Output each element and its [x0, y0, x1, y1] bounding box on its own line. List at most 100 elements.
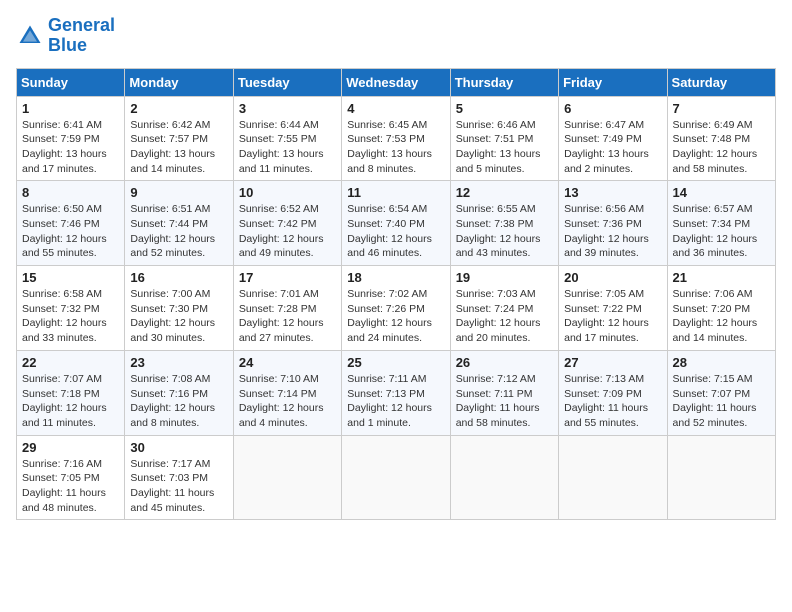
day-number: 21	[673, 270, 770, 285]
day-number: 15	[22, 270, 119, 285]
day-number: 13	[564, 185, 661, 200]
calendar-week-row: 8 Sunrise: 6:50 AM Sunset: 7:46 PM Dayli…	[17, 181, 776, 266]
day-info: Sunrise: 6:49 AM Sunset: 7:48 PM Dayligh…	[673, 118, 770, 177]
day-info: Sunrise: 7:00 AM Sunset: 7:30 PM Dayligh…	[130, 287, 227, 346]
calendar-cell: 22 Sunrise: 7:07 AM Sunset: 7:18 PM Dayl…	[17, 350, 125, 435]
day-info: Sunrise: 6:51 AM Sunset: 7:44 PM Dayligh…	[130, 202, 227, 261]
calendar-cell: 24 Sunrise: 7:10 AM Sunset: 7:14 PM Dayl…	[233, 350, 341, 435]
day-number: 16	[130, 270, 227, 285]
day-info: Sunrise: 7:02 AM Sunset: 7:26 PM Dayligh…	[347, 287, 444, 346]
calendar-cell: 3 Sunrise: 6:44 AM Sunset: 7:55 PM Dayli…	[233, 96, 341, 181]
day-number: 10	[239, 185, 336, 200]
day-number: 25	[347, 355, 444, 370]
calendar-cell	[450, 435, 558, 520]
day-info: Sunrise: 6:56 AM Sunset: 7:36 PM Dayligh…	[564, 202, 661, 261]
day-number: 9	[130, 185, 227, 200]
day-number: 12	[456, 185, 553, 200]
calendar-header-row: SundayMondayTuesdayWednesdayThursdayFrid…	[17, 68, 776, 96]
calendar-cell: 19 Sunrise: 7:03 AM Sunset: 7:24 PM Dayl…	[450, 266, 558, 351]
calendar-cell: 8 Sunrise: 6:50 AM Sunset: 7:46 PM Dayli…	[17, 181, 125, 266]
day-info: Sunrise: 7:15 AM Sunset: 7:07 PM Dayligh…	[673, 372, 770, 431]
day-info: Sunrise: 6:44 AM Sunset: 7:55 PM Dayligh…	[239, 118, 336, 177]
day-number: 20	[564, 270, 661, 285]
day-number: 18	[347, 270, 444, 285]
calendar-cell	[667, 435, 775, 520]
day-number: 28	[673, 355, 770, 370]
weekday-header-thursday: Thursday	[450, 68, 558, 96]
weekday-header-sunday: Sunday	[17, 68, 125, 96]
day-number: 5	[456, 101, 553, 116]
day-number: 11	[347, 185, 444, 200]
calendar-cell: 18 Sunrise: 7:02 AM Sunset: 7:26 PM Dayl…	[342, 266, 450, 351]
calendar-cell	[559, 435, 667, 520]
calendar-cell: 29 Sunrise: 7:16 AM Sunset: 7:05 PM Dayl…	[17, 435, 125, 520]
day-info: Sunrise: 7:06 AM Sunset: 7:20 PM Dayligh…	[673, 287, 770, 346]
day-info: Sunrise: 6:46 AM Sunset: 7:51 PM Dayligh…	[456, 118, 553, 177]
day-number: 30	[130, 440, 227, 455]
calendar-cell: 28 Sunrise: 7:15 AM Sunset: 7:07 PM Dayl…	[667, 350, 775, 435]
calendar-week-row: 22 Sunrise: 7:07 AM Sunset: 7:18 PM Dayl…	[17, 350, 776, 435]
logo-text-line2: Blue	[48, 36, 115, 56]
calendar-cell: 20 Sunrise: 7:05 AM Sunset: 7:22 PM Dayl…	[559, 266, 667, 351]
logo-text-line1: General	[48, 16, 115, 36]
day-number: 14	[673, 185, 770, 200]
calendar-cell: 17 Sunrise: 7:01 AM Sunset: 7:28 PM Dayl…	[233, 266, 341, 351]
calendar-cell: 1 Sunrise: 6:41 AM Sunset: 7:59 PM Dayli…	[17, 96, 125, 181]
calendar-cell: 9 Sunrise: 6:51 AM Sunset: 7:44 PM Dayli…	[125, 181, 233, 266]
day-number: 22	[22, 355, 119, 370]
day-info: Sunrise: 7:17 AM Sunset: 7:03 PM Dayligh…	[130, 457, 227, 516]
day-number: 8	[22, 185, 119, 200]
day-number: 4	[347, 101, 444, 116]
day-number: 26	[456, 355, 553, 370]
day-info: Sunrise: 6:50 AM Sunset: 7:46 PM Dayligh…	[22, 202, 119, 261]
calendar-week-row: 1 Sunrise: 6:41 AM Sunset: 7:59 PM Dayli…	[17, 96, 776, 181]
calendar-week-row: 15 Sunrise: 6:58 AM Sunset: 7:32 PM Dayl…	[17, 266, 776, 351]
calendar-cell: 2 Sunrise: 6:42 AM Sunset: 7:57 PM Dayli…	[125, 96, 233, 181]
day-info: Sunrise: 6:42 AM Sunset: 7:57 PM Dayligh…	[130, 118, 227, 177]
calendar-cell	[342, 435, 450, 520]
calendar-cell: 13 Sunrise: 6:56 AM Sunset: 7:36 PM Dayl…	[559, 181, 667, 266]
calendar-cell: 16 Sunrise: 7:00 AM Sunset: 7:30 PM Dayl…	[125, 266, 233, 351]
day-info: Sunrise: 6:45 AM Sunset: 7:53 PM Dayligh…	[347, 118, 444, 177]
day-info: Sunrise: 7:08 AM Sunset: 7:16 PM Dayligh…	[130, 372, 227, 431]
day-number: 19	[456, 270, 553, 285]
day-info: Sunrise: 6:54 AM Sunset: 7:40 PM Dayligh…	[347, 202, 444, 261]
day-info: Sunrise: 7:03 AM Sunset: 7:24 PM Dayligh…	[456, 287, 553, 346]
calendar-cell: 10 Sunrise: 6:52 AM Sunset: 7:42 PM Dayl…	[233, 181, 341, 266]
day-number: 23	[130, 355, 227, 370]
calendar-table: SundayMondayTuesdayWednesdayThursdayFrid…	[16, 68, 776, 521]
weekday-header-friday: Friday	[559, 68, 667, 96]
calendar-cell: 6 Sunrise: 6:47 AM Sunset: 7:49 PM Dayli…	[559, 96, 667, 181]
weekday-header-wednesday: Wednesday	[342, 68, 450, 96]
day-info: Sunrise: 6:57 AM Sunset: 7:34 PM Dayligh…	[673, 202, 770, 261]
day-info: Sunrise: 6:52 AM Sunset: 7:42 PM Dayligh…	[239, 202, 336, 261]
calendar-cell: 21 Sunrise: 7:06 AM Sunset: 7:20 PM Dayl…	[667, 266, 775, 351]
logo: General Blue	[16, 16, 115, 56]
day-info: Sunrise: 7:16 AM Sunset: 7:05 PM Dayligh…	[22, 457, 119, 516]
calendar-cell: 7 Sunrise: 6:49 AM Sunset: 7:48 PM Dayli…	[667, 96, 775, 181]
weekday-header-saturday: Saturday	[667, 68, 775, 96]
day-info: Sunrise: 7:01 AM Sunset: 7:28 PM Dayligh…	[239, 287, 336, 346]
day-info: Sunrise: 7:07 AM Sunset: 7:18 PM Dayligh…	[22, 372, 119, 431]
calendar-cell: 15 Sunrise: 6:58 AM Sunset: 7:32 PM Dayl…	[17, 266, 125, 351]
day-info: Sunrise: 6:41 AM Sunset: 7:59 PM Dayligh…	[22, 118, 119, 177]
day-info: Sunrise: 6:47 AM Sunset: 7:49 PM Dayligh…	[564, 118, 661, 177]
calendar-cell: 23 Sunrise: 7:08 AM Sunset: 7:16 PM Dayl…	[125, 350, 233, 435]
day-info: Sunrise: 6:55 AM Sunset: 7:38 PM Dayligh…	[456, 202, 553, 261]
calendar-cell: 25 Sunrise: 7:11 AM Sunset: 7:13 PM Dayl…	[342, 350, 450, 435]
page-header: General Blue	[16, 16, 776, 56]
calendar-cell: 14 Sunrise: 6:57 AM Sunset: 7:34 PM Dayl…	[667, 181, 775, 266]
day-info: Sunrise: 7:05 AM Sunset: 7:22 PM Dayligh…	[564, 287, 661, 346]
calendar-cell: 30 Sunrise: 7:17 AM Sunset: 7:03 PM Dayl…	[125, 435, 233, 520]
day-number: 6	[564, 101, 661, 116]
calendar-week-row: 29 Sunrise: 7:16 AM Sunset: 7:05 PM Dayl…	[17, 435, 776, 520]
logo-icon	[16, 22, 44, 50]
day-number: 27	[564, 355, 661, 370]
day-info: Sunrise: 7:10 AM Sunset: 7:14 PM Dayligh…	[239, 372, 336, 431]
weekday-header-monday: Monday	[125, 68, 233, 96]
day-info: Sunrise: 7:12 AM Sunset: 7:11 PM Dayligh…	[456, 372, 553, 431]
day-number: 2	[130, 101, 227, 116]
day-number: 7	[673, 101, 770, 116]
calendar-cell: 11 Sunrise: 6:54 AM Sunset: 7:40 PM Dayl…	[342, 181, 450, 266]
calendar-cell: 27 Sunrise: 7:13 AM Sunset: 7:09 PM Dayl…	[559, 350, 667, 435]
